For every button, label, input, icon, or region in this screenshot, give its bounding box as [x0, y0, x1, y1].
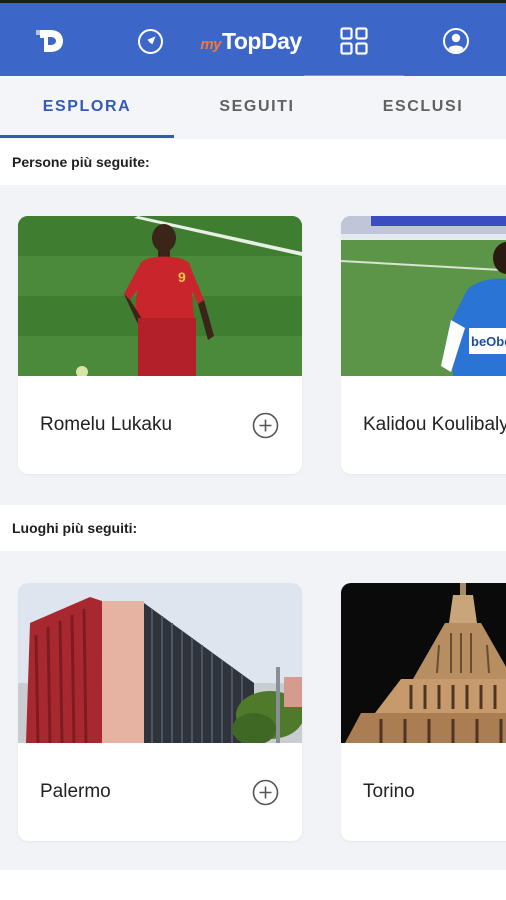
grid-icon	[340, 27, 368, 55]
place-card-torino[interactable]: Torino	[341, 583, 506, 841]
topday-logo-icon	[36, 30, 63, 52]
brand-prefix: my	[200, 35, 222, 53]
place-name: Palermo	[40, 781, 111, 802]
person-name: Kalidou Koulibaly	[363, 414, 506, 435]
place-photo	[18, 583, 302, 743]
places-section-title: Luoghi più seguiti:	[0, 505, 506, 551]
svg-text:beObe: beObe	[471, 334, 506, 349]
person-card-koulibaly[interactable]: beObe Kalidou Koulibaly	[341, 216, 506, 474]
place-name: Torino	[363, 781, 415, 802]
brand-wordmark: my TopDay	[196, 6, 306, 76]
tab-active-indicator	[0, 135, 174, 138]
tab-esclusi[interactable]: ESCLUSI	[340, 76, 506, 138]
tab-esplora[interactable]: ESPLORA	[0, 76, 174, 138]
place-photo	[341, 583, 506, 743]
brand-name: TopDay	[222, 27, 302, 54]
home-logo-button[interactable]	[22, 6, 78, 76]
next-section-header	[0, 870, 506, 900]
app-screen: my TopDay ESPLORA SEGUITI ESCLUSI Person…	[0, 0, 506, 900]
place-card-palermo[interactable]: Palermo	[18, 583, 302, 841]
top-app-bar: my TopDay	[0, 0, 506, 79]
person-name: Romelu Lukaku	[40, 414, 173, 435]
svg-text:9: 9	[178, 269, 186, 285]
brand-logo: my TopDay	[200, 27, 302, 55]
add-circle-icon[interactable]	[252, 412, 279, 439]
add-circle-icon[interactable]	[252, 779, 279, 806]
compass-icon	[137, 28, 163, 54]
person-photo: 9	[18, 216, 302, 376]
grid-nav-button[interactable]	[304, 6, 404, 79]
explore-nav-button[interactable]	[122, 6, 178, 76]
people-section-title: Persone più seguite:	[0, 139, 506, 185]
tab-bar: ESPLORA SEGUITI ESCLUSI	[0, 76, 506, 138]
account-circle-icon	[443, 28, 469, 54]
person-card-lukaku[interactable]: 9 Romelu Lukaku	[18, 216, 302, 474]
profile-nav-button[interactable]	[428, 6, 484, 76]
person-photo: beObe	[341, 216, 506, 376]
tab-seguiti[interactable]: SEGUITI	[174, 76, 340, 138]
